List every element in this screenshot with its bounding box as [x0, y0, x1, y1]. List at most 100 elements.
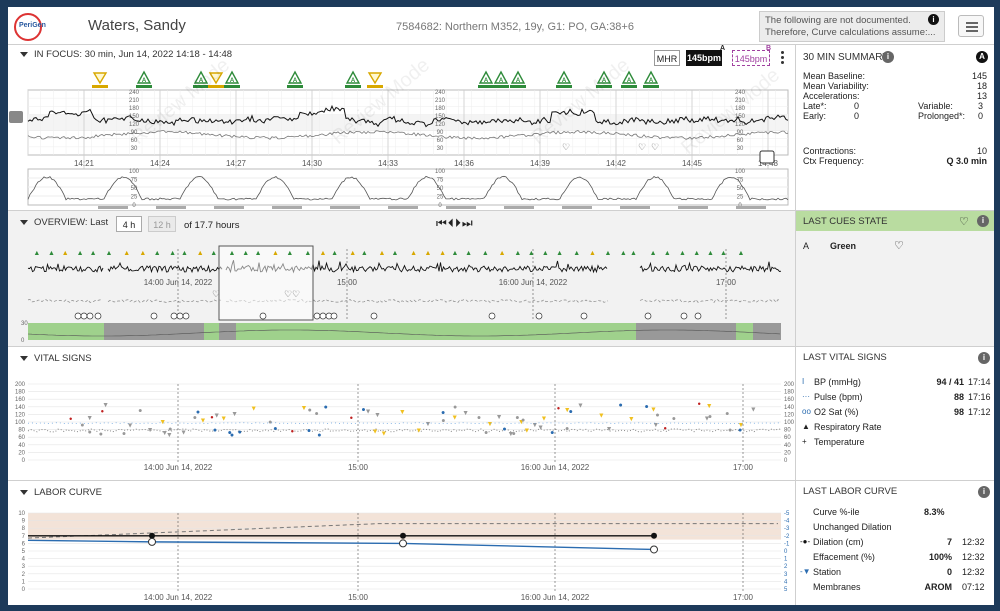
uc-scale-label: 25 — [737, 195, 744, 201]
overview-time-label: 15:00 — [337, 278, 358, 287]
dilation-scale-label: 1 — [22, 579, 26, 585]
patient-name[interactable]: Waters, Sandy — [88, 17, 186, 34]
acceleration-marker-icon[interactable]: A — [510, 70, 526, 88]
station-point[interactable] — [650, 545, 658, 554]
overview-event-marker-icon: ▲ — [620, 250, 627, 257]
vital-marker: ● — [307, 428, 311, 435]
vital-marker: ▼ — [706, 403, 713, 410]
labor-label: Station — [813, 567, 842, 577]
labor-time-label: 16:00 Jun 14, 2022 — [521, 593, 590, 602]
vital-label: Temperature — [814, 437, 865, 447]
vital-time-label: 17:00 — [733, 463, 754, 472]
contraction-circle-icon — [680, 312, 688, 320]
vital-marker: ▼ — [507, 431, 514, 438]
contraction-circle-icon — [535, 312, 543, 320]
dilation-point[interactable] — [651, 532, 657, 539]
acceleration-marker-icon[interactable]: A — [643, 70, 659, 88]
respiratory-rate-icon: ▲ — [802, 422, 810, 431]
overview-event-marker-icon: ▲ — [720, 250, 727, 257]
labor-time-label: 14:00 Jun 14, 2022 — [144, 593, 213, 602]
prolonged-value: 0 — [978, 111, 984, 121]
vital-marker: ▼ — [650, 407, 657, 414]
vital-marker: ▼ — [127, 423, 134, 430]
documentation-notice[interactable]: The following are not documented. Theref… — [759, 11, 945, 42]
overview-tracing[interactable]: 14:00 Jun 14, 2022 15:00 16:00 Jun 14, 202… — [8, 211, 795, 347]
svg-text:A: A — [649, 78, 654, 84]
vital-scale-label: 0 — [22, 458, 26, 464]
svg-text:A: A — [293, 78, 298, 84]
vital-marker: ● — [502, 426, 506, 433]
in-focus-tracing[interactable]: 14:21 14:24 14:27 14:30 14:33 14:36 14:39 14:42… — [8, 45, 795, 211]
fhr-scale-label: 60 — [737, 138, 744, 144]
vital-marker: ▼ — [415, 428, 422, 435]
vital-marker: • — [291, 427, 294, 437]
summary-info-icon[interactable]: i — [882, 51, 894, 63]
scale-top: 30 — [21, 321, 28, 327]
heart-event-icon[interactable]: ♡ — [562, 142, 570, 152]
overview-time-label: 17:00 — [716, 278, 737, 287]
info-icon[interactable]: i — [928, 14, 939, 25]
vital-scale-label-right: 0 — [784, 458, 788, 464]
heart-event-icon: ♡ — [212, 289, 220, 299]
acceleration-marker-icon[interactable]: A — [136, 70, 152, 88]
vital-marker: ▼ — [220, 416, 227, 423]
vital-scale-label-right: 140 — [784, 405, 795, 411]
contraction-bar — [98, 206, 128, 209]
focus-window[interactable] — [218, 245, 314, 321]
contractions-label: Contractions: — [803, 146, 857, 156]
station-icon: -▼ — [800, 567, 811, 576]
vital-marker: ● — [550, 430, 554, 437]
acceleration-marker-icon[interactable]: A — [556, 70, 572, 88]
heart-outline-icon: ♡ — [894, 240, 904, 252]
svg-text:A: A — [230, 78, 235, 84]
vital-scale-label: 100 — [15, 420, 26, 426]
vital-marker: ● — [618, 402, 622, 409]
vital-marker: ● — [441, 409, 445, 416]
labor-label: Membranes — [813, 582, 861, 592]
vital-marker: ▼ — [86, 415, 93, 422]
heart-icon[interactable]: ♡ — [959, 215, 969, 228]
labor-info-icon[interactable]: i — [978, 486, 990, 498]
app-window: PeriGen Waters, Sandy 7584682: Northern … — [8, 7, 994, 605]
vital-time: 17:14 — [968, 377, 991, 387]
heart-event-icon: ♡ — [284, 289, 292, 299]
station-point[interactable] — [148, 537, 156, 546]
vital-signs-section: VITAL SIGNS 200 200 180 180 160 160 140 140 120 1… — [8, 347, 795, 481]
heart-event-icon[interactable]: ♡ — [638, 142, 646, 152]
vital-marker: ▼ — [424, 421, 431, 428]
vital-marker: ▼ — [147, 427, 154, 434]
deceleration-marker-icon[interactable] — [367, 72, 383, 88]
cues-state-band — [204, 323, 219, 340]
vital-scale-label-right: 100 — [784, 420, 795, 426]
overview-event-marker-icon: ▲ — [319, 250, 326, 257]
end-marker-icon[interactable] — [759, 150, 775, 164]
acceleration-marker-icon[interactable]: A — [287, 70, 303, 88]
vital-scale-label-right: 120 — [784, 412, 795, 418]
heart-event-icon[interactable]: ♡ — [651, 142, 659, 152]
labor-label: Dilation (cm) — [813, 537, 864, 547]
deceleration-marker-icon[interactable] — [92, 72, 108, 88]
hamburger-menu-button[interactable] — [958, 15, 984, 37]
cues-info-icon[interactable]: i — [977, 215, 989, 227]
cues-letter: A — [803, 241, 810, 251]
acceleration-marker-icon[interactable]: A — [345, 70, 361, 88]
summary-value: 18 — [976, 81, 987, 91]
overview-event-marker-icon: ▲ — [62, 250, 69, 257]
station-scale-label: 5 — [784, 587, 788, 593]
contraction-bar — [736, 206, 766, 209]
app-logo: PeriGen — [14, 13, 46, 41]
dilation-point[interactable] — [400, 532, 406, 539]
vital-marker: ▼ — [399, 409, 406, 416]
labor-value: 7 — [946, 537, 952, 547]
vital-marker: • — [101, 406, 104, 416]
station-point[interactable] — [399, 539, 407, 548]
acceleration-marker-icon[interactable]: A — [478, 70, 494, 88]
acceleration-marker-icon[interactable]: A — [493, 70, 509, 88]
labor-curve-chart[interactable]: 10 -5 9 -4 8 -3 7 -2 6 -1 5 0 4 1 3 2 2 3 1 4 0 5 14:00 Jun 14… — [8, 481, 795, 605]
vital-marker: ▼ — [577, 402, 584, 409]
vitals-info-icon[interactable]: i — [978, 352, 990, 364]
temperature-icon: + — [802, 437, 807, 446]
vital-value: 88 — [953, 392, 964, 402]
vital-signs-chart[interactable]: 200 200180 180160 160140 140120 120100 10080 80… — [8, 347, 795, 481]
contraction-bar — [388, 206, 418, 209]
